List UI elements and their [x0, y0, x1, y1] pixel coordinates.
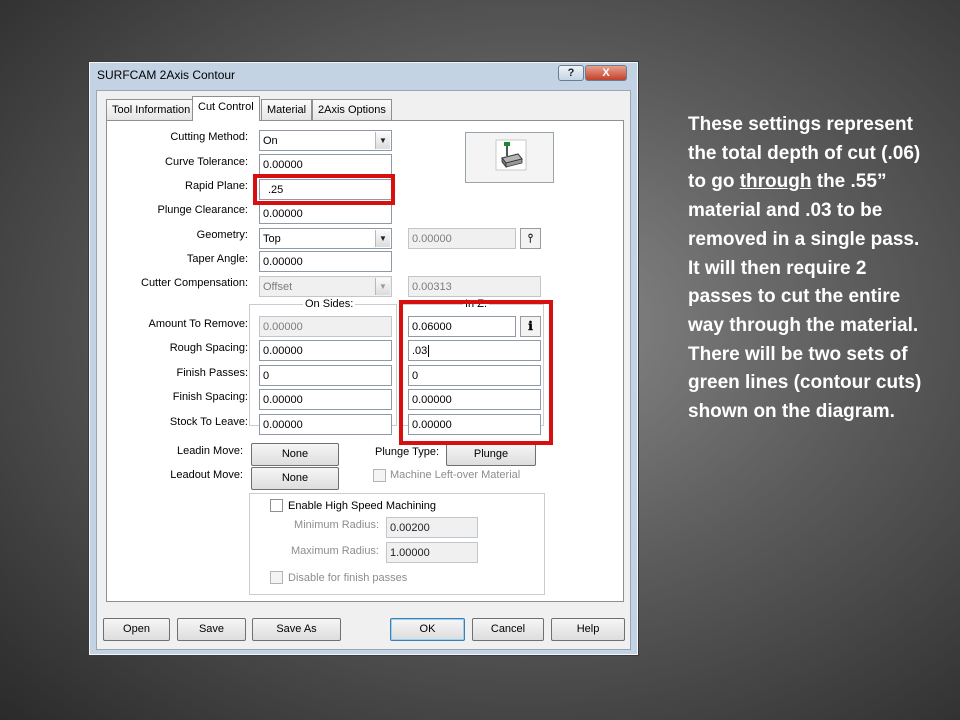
- disable-finish-checkbox: [270, 571, 283, 584]
- help-button[interactable]: Help: [551, 618, 625, 641]
- geometry-select[interactable]: Top ▼: [259, 228, 392, 249]
- chevron-down-icon: ▼: [375, 132, 390, 149]
- cutter-compensation-aux-field: 0.00313: [408, 276, 541, 297]
- ok-button[interactable]: OK: [390, 618, 465, 641]
- rapid-plane-highlight: [253, 174, 395, 205]
- machine-leftover-label: Machine Left-over Material: [390, 469, 521, 481]
- disable-finish-label: Disable for finish passes: [288, 572, 408, 584]
- tab-cut-control[interactable]: Cut Control: [192, 96, 260, 121]
- on-sides-title: On Sides:: [303, 298, 356, 310]
- window-title: SURFCAM 2Axis Contour: [97, 68, 236, 82]
- open-button[interactable]: Open: [103, 618, 170, 641]
- tool-icon: [495, 139, 527, 171]
- rough-spacing-label: Rough Spacing:: [169, 342, 248, 354]
- surfcam-2axis-contour-dialog: SURFCAM 2Axis Contour ? X Tool Informati…: [88, 61, 639, 656]
- chevron-down-icon: ▼: [375, 230, 390, 247]
- taper-angle-field[interactable]: 0.00000: [259, 251, 392, 272]
- finish-spacing-sides-field[interactable]: 0.00000: [259, 389, 392, 410]
- plunge-clearance-label: Plunge Clearance:: [157, 204, 248, 216]
- save-as-button[interactable]: Save As: [252, 618, 341, 641]
- machine-leftover-checkbox: [373, 469, 386, 482]
- amount-to-remove-sides-field: 0.00000: [259, 316, 392, 337]
- geometry-aux-field: 0.00000: [408, 228, 516, 249]
- tab-2axis-options[interactable]: 2Axis Options: [312, 99, 392, 120]
- in-z-highlight: [399, 300, 553, 445]
- tab-material[interactable]: Material: [261, 99, 313, 120]
- stock-to-leave-sides-field[interactable]: 0.00000: [259, 414, 392, 435]
- leadout-move-label: Leadout Move:: [170, 469, 243, 481]
- tab-tool-information[interactable]: Tool Information: [106, 99, 197, 120]
- enable-hsm-checkbox[interactable]: [270, 499, 283, 512]
- help-title-button[interactable]: ?: [558, 65, 584, 81]
- cutter-compensation-select: Offset ▼: [259, 276, 392, 297]
- finish-passes-label: Finish Passes:: [176, 367, 248, 379]
- chevron-down-icon: ▼: [375, 278, 390, 295]
- explanation-text: These settings represent the total depth…: [688, 114, 922, 423]
- min-radius-label: Minimum Radius:: [294, 519, 379, 531]
- taper-angle-label: Taper Angle:: [186, 253, 248, 265]
- tool-preview-image: [465, 132, 554, 183]
- finish-passes-sides-field[interactable]: 0: [259, 365, 392, 386]
- plunge-type-button[interactable]: Plunge: [446, 443, 536, 466]
- leadout-move-button[interactable]: None: [251, 467, 339, 490]
- curve-tolerance-field[interactable]: 0.00000: [259, 154, 392, 175]
- enable-hsm-label: Enable High Speed Machining: [288, 500, 436, 512]
- plunge-clearance-field[interactable]: 0.00000: [259, 203, 392, 224]
- curve-tolerance-label: Curve Tolerance:: [165, 156, 248, 168]
- min-radius-field: 0.00200: [386, 517, 478, 538]
- geometry-label: Geometry:: [196, 229, 248, 241]
- max-radius-label: Maximum Radius:: [290, 545, 379, 557]
- amount-to-remove-label: Amount To Remove:: [148, 318, 248, 330]
- cutter-compensation-label: Cutter Compensation:: [141, 277, 248, 289]
- save-button[interactable]: Save: [177, 618, 246, 641]
- rapid-plane-label: Rapid Plane:: [185, 180, 248, 192]
- stock-to-leave-label: Stock To Leave:: [169, 416, 248, 428]
- pin-icon[interactable]: ⫯: [520, 228, 541, 249]
- cutting-method-select[interactable]: On ▼: [259, 130, 392, 151]
- plunge-type-label: Plunge Type:: [375, 446, 440, 458]
- cutting-method-label: Cutting Method:: [170, 131, 248, 143]
- title-bar[interactable]: SURFCAM 2Axis Contour ? X: [89, 62, 638, 90]
- finish-spacing-label: Finish Spacing:: [172, 391, 248, 403]
- max-radius-field: 1.00000: [386, 542, 478, 563]
- cancel-button[interactable]: Cancel: [472, 618, 544, 641]
- rough-spacing-sides-field[interactable]: 0.00000: [259, 340, 392, 361]
- underlined-word: through: [739, 171, 812, 193]
- leadin-move-label: Leadin Move:: [176, 445, 243, 457]
- leadin-move-button[interactable]: None: [251, 443, 339, 466]
- close-button[interactable]: X: [585, 65, 627, 81]
